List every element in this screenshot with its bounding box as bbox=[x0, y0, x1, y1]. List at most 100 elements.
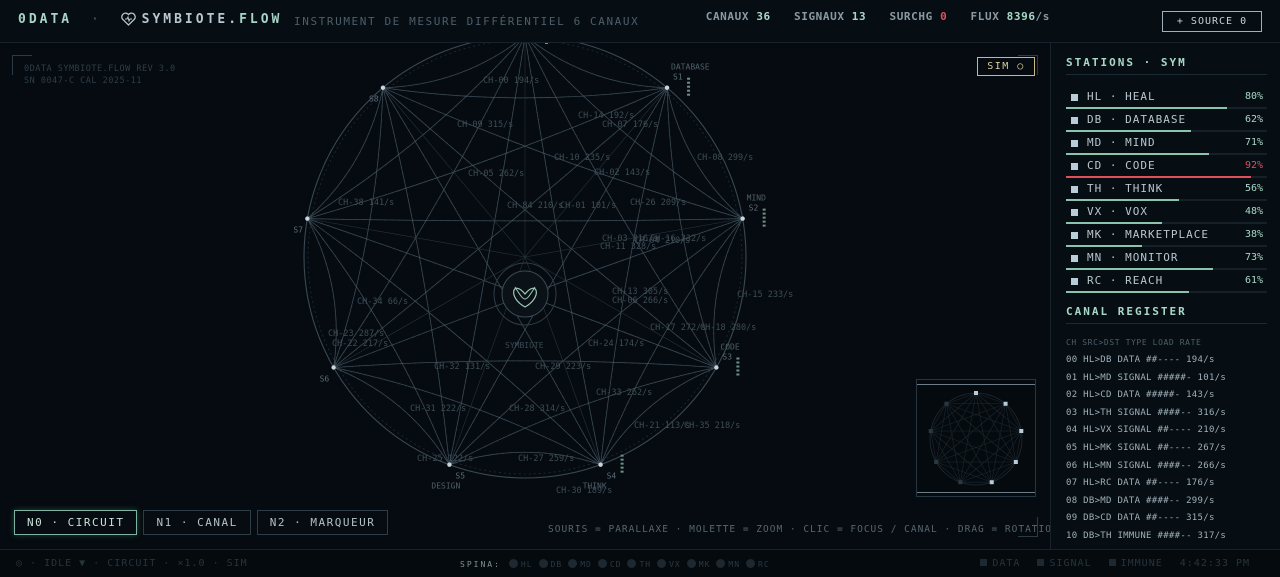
divider bbox=[1066, 323, 1267, 324]
station-row[interactable]: MN · MONITOR 73% bbox=[1066, 249, 1267, 272]
add-source-button[interactable]: + SOURCE 0 bbox=[1162, 11, 1262, 32]
station-square-icon bbox=[1071, 163, 1078, 170]
station-load-fill bbox=[1066, 245, 1142, 247]
level-circuit-button[interactable]: N0 · CIRCUIT bbox=[14, 510, 138, 535]
station-load-bar bbox=[1066, 130, 1267, 132]
station-row[interactable]: VX · VOX 48% bbox=[1066, 203, 1267, 226]
minimap-node bbox=[1013, 460, 1018, 464]
station-load-bar bbox=[1066, 153, 1267, 155]
station-row[interactable]: RC · REACH 61% bbox=[1066, 272, 1267, 295]
register-row[interactable]: 04 HL>VX SIGNAL ##---- 210/s bbox=[1066, 425, 1226, 435]
station-square-icon bbox=[1071, 117, 1078, 124]
register-row[interactable]: 08 DB>MD DATA ####-- 299/s bbox=[1066, 496, 1215, 506]
register-row[interactable]: 05 HL>MK SIGNAL ##---- 267/s bbox=[1066, 443, 1226, 453]
channel-label: CH-34 66/s bbox=[357, 297, 408, 307]
station-label: DB · DATABASE bbox=[1087, 113, 1187, 126]
station-node bbox=[664, 85, 670, 90]
divider bbox=[1066, 74, 1267, 75]
register-row[interactable]: 07 HL>RC DATA ##---- 176/s bbox=[1066, 478, 1215, 488]
channel-edge-ticks bbox=[306, 43, 521, 220]
station-row[interactable]: CD · CODE 92% bbox=[1066, 157, 1267, 180]
station-row[interactable]: TH · THINK 56% bbox=[1066, 180, 1267, 203]
channel-label: CH-38 141/s bbox=[338, 198, 394, 208]
channel-label: CH-16 332/s bbox=[650, 234, 706, 244]
spina-node: MK bbox=[686, 559, 711, 569]
channel-edge-ticks bbox=[333, 366, 451, 466]
station-square-icon bbox=[1071, 255, 1078, 262]
station-row[interactable]: MD · MIND 71% bbox=[1066, 134, 1267, 157]
station-percent: 73% bbox=[1244, 252, 1263, 263]
station-percent: 71% bbox=[1244, 137, 1263, 148]
register-row[interactable]: 00 HL>DB DATA ##---- 194/s bbox=[1066, 355, 1215, 365]
station-load-bar bbox=[1066, 268, 1267, 270]
station-square-icon bbox=[1071, 278, 1078, 285]
controls-hint: SOURIS = PARALLAXE · MOLETTE = ZOOM · CL… bbox=[548, 524, 1059, 535]
channel-edge bbox=[307, 43, 520, 219]
node-name-label: MIND bbox=[747, 194, 766, 203]
channel-label: CH-15 233/s bbox=[737, 290, 793, 300]
level-buttons: N0 · CIRCUIT N1 · CANAL N2 · MARQUEUR bbox=[14, 510, 394, 535]
spina-dot-icon bbox=[686, 559, 696, 568]
station-node bbox=[380, 85, 386, 90]
register-header: CH SRC>DST TYPE LOAD RATE bbox=[1066, 338, 1202, 347]
station-load-bar bbox=[1066, 199, 1267, 201]
node-meter-tick bbox=[762, 220, 766, 223]
level-canal-button[interactable]: N1 · CANAL bbox=[143, 510, 251, 535]
node-id-label: S2 bbox=[749, 204, 759, 213]
channel-label: CH-84 210/s bbox=[507, 201, 563, 211]
node-meter-tick bbox=[736, 361, 740, 364]
stat-surchg: SURCHG 0 bbox=[889, 10, 948, 23]
status-right: DATA SIGNAL IMMUNE 4:42:33 PM bbox=[970, 558, 1250, 569]
register-row[interactable]: 09 DB>CD DATA ##---- 315/s bbox=[1066, 513, 1215, 523]
station-percent: 61% bbox=[1244, 275, 1263, 286]
minimap-graph bbox=[928, 391, 1024, 486]
spina-dot-icon bbox=[508, 559, 518, 568]
node-meter-tick bbox=[736, 369, 740, 372]
station-row[interactable]: MK · MARKETPLACE 38% bbox=[1066, 226, 1267, 249]
spina-node: TH bbox=[627, 559, 651, 569]
node-name-label: CODE bbox=[720, 343, 739, 352]
station-row[interactable]: DB · DATABASE 62% bbox=[1066, 111, 1267, 134]
channel-label: CH-30 189/s bbox=[556, 486, 612, 496]
node-meter-tick bbox=[620, 462, 624, 465]
register-row[interactable]: 03 HL>TH SIGNAL ####-- 316/s bbox=[1066, 408, 1226, 418]
register-row[interactable]: 06 HL>MN SIGNAL ####-- 266/s bbox=[1066, 461, 1226, 471]
station-node bbox=[740, 216, 745, 221]
channel-label: CH-18 280/s bbox=[700, 323, 756, 333]
spoke bbox=[524, 256, 717, 368]
channel-edge bbox=[333, 367, 450, 465]
stat-canaux: CANAUX 36 bbox=[705, 10, 771, 23]
spoke bbox=[307, 218, 526, 258]
brand-separator: · bbox=[90, 12, 102, 27]
channel-label: CH-07 176/s bbox=[602, 120, 658, 130]
level-marqueur-button[interactable]: N2 · MARQUEUR bbox=[256, 510, 389, 535]
spina-node: MN bbox=[716, 559, 740, 569]
stat-flux: FLUX 8396/s bbox=[970, 10, 1050, 23]
network-canvas[interactable]: 0DATA SYMBIOTE.FLOW REV 3.0 SN 0047-C CA… bbox=[0, 43, 1058, 549]
brand-suffix: .FLOW bbox=[228, 12, 283, 27]
register-row[interactable]: 10 DB>TH IMMUNE ####-- 317/s bbox=[1066, 531, 1226, 541]
brand: 0DATA · SYMBIOTE.FLOW bbox=[18, 12, 282, 30]
header-stats: CANAUX 36 SIGNAUX 13 SURCHG 0 FLUX 8396/… bbox=[690, 10, 1050, 23]
register-row[interactable]: 01 HL>MD SIGNAL #####- 101/s bbox=[1066, 373, 1226, 383]
node-name-label: DATABASE bbox=[671, 63, 710, 72]
minimap-edge bbox=[935, 461, 961, 483]
node-meter-tick bbox=[687, 89, 691, 92]
station-square-icon bbox=[1071, 209, 1078, 216]
minimap-edge bbox=[930, 430, 992, 483]
minimap[interactable] bbox=[916, 379, 1036, 497]
station-node bbox=[598, 462, 603, 467]
node-meter-tick bbox=[736, 373, 740, 376]
minimap-edge bbox=[946, 392, 977, 405]
node-id-label: S3 bbox=[722, 353, 732, 362]
channel-label: CH-29 223/s bbox=[535, 362, 591, 372]
network-graph[interactable]: S0HEALS1DATABASES2MINDS3CODES4THINKS5DES… bbox=[0, 43, 1050, 549]
top-bar: 0DATA · SYMBIOTE.FLOW INSTRUMENT DE MESU… bbox=[0, 0, 1280, 43]
minimap-node bbox=[958, 480, 963, 485]
station-load-fill bbox=[1066, 222, 1162, 224]
station-row[interactable]: HL · HEAL 80% bbox=[1066, 88, 1267, 111]
station-percent: 48% bbox=[1244, 206, 1263, 217]
station-percent: 92% bbox=[1244, 160, 1263, 171]
register-row[interactable]: 02 HL>CD DATA #####- 143/s bbox=[1066, 390, 1215, 400]
station-label: HL · HEAL bbox=[1087, 90, 1156, 103]
